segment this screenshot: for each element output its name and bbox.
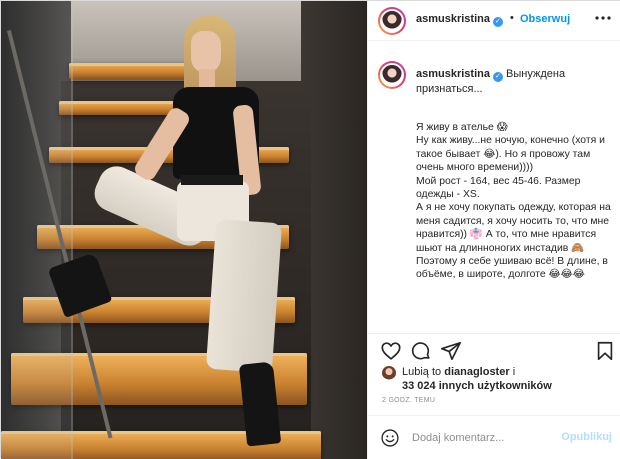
- figure-face: [191, 31, 221, 73]
- more-dots-icon[interactable]: [592, 9, 614, 29]
- share-icon[interactable]: [440, 340, 462, 362]
- caption-line: Мой рост - 164, вес 45-46. Размер одежды…: [416, 175, 581, 201]
- caption-username[interactable]: asmuskristina: [416, 68, 490, 80]
- emoji-icon[interactable]: [380, 428, 400, 448]
- bookmark-icon[interactable]: [594, 340, 616, 362]
- author-username[interactable]: asmuskristina ✓: [416, 13, 503, 27]
- caption-line: Поэтому я себе ушиваю всё! В длине, в об…: [416, 256, 608, 281]
- caption-avatar[interactable]: [378, 61, 406, 89]
- likes-and: i: [512, 366, 516, 378]
- figure-belt: [181, 175, 243, 185]
- post-photo[interactable]: [1, 1, 367, 459]
- verified-badge-icon: ✓: [492, 17, 503, 27]
- verified-badge-icon: ✓: [492, 72, 503, 82]
- likes-line-2: 33 024 innych użytkowników: [402, 379, 552, 393]
- caption-line: Я живу в ателье 😱: [416, 122, 508, 133]
- stair-step: [69, 63, 189, 79]
- heart-icon[interactable]: [380, 340, 402, 362]
- follow-button[interactable]: Obserwuj: [520, 13, 570, 25]
- action-bar: [368, 333, 620, 365]
- post-timestamp[interactable]: 2 GODZ. TEMU: [382, 397, 435, 404]
- figure-leg-front: [205, 218, 283, 374]
- post-header: asmuskristina ✓ • Obserwuj: [368, 1, 620, 41]
- author-avatar[interactable]: [378, 7, 406, 35]
- likes-prefix: Lubią to: [402, 366, 442, 378]
- instagram-post: asmuskristina ✓ • Obserwuj asmuskristina ✓…: [0, 0, 620, 459]
- caption-area: asmuskristina ✓ Вынуждена признаться... Я…: [368, 53, 620, 331]
- post-side-panel: asmuskristina ✓ • Obserwuj asmuskristina ✓…: [367, 1, 620, 459]
- caption-line: Ну как живу...не ночую, конечно (хотя и …: [416, 135, 605, 174]
- comment-input[interactable]: [412, 430, 562, 446]
- header-separator: •: [510, 12, 514, 24]
- liker-avatar[interactable]: [382, 366, 396, 380]
- liker-username[interactable]: dianagloster: [444, 366, 509, 378]
- likes-count[interactable]: 33 024 innych użytkowników: [402, 380, 552, 392]
- caption-header: asmuskristina ✓ Вынуждена признаться...: [416, 67, 612, 96]
- caption-body: Я живу в ателье 😱 Ну как живу...не ночую…: [416, 121, 612, 282]
- comment-bar: Opublikuj: [368, 415, 620, 459]
- glass-railing: [1, 1, 73, 459]
- publish-button[interactable]: Opublikuj: [561, 431, 612, 443]
- caption-line: А я не хочу покупать одежду, которая на …: [416, 202, 611, 254]
- comment-icon[interactable]: [410, 340, 432, 362]
- likes-line-1: Lubią to dianagloster i: [402, 365, 515, 379]
